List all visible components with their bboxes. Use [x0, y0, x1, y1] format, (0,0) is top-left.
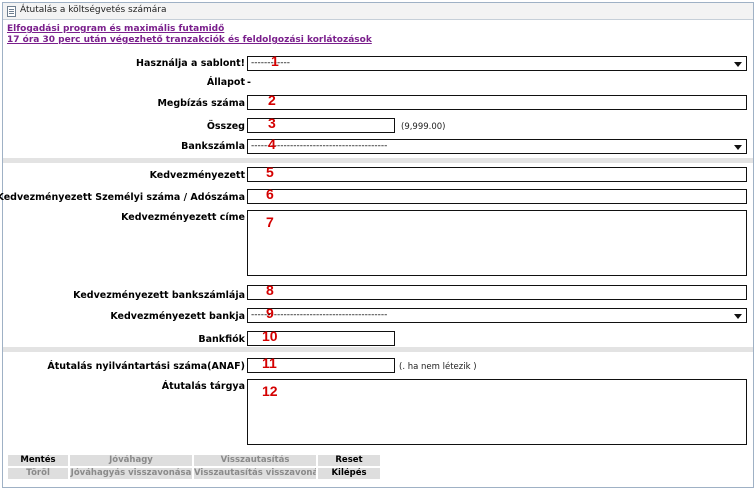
marker-11: 11 [262, 355, 277, 371]
reject-button[interactable]: Visszautasítás [193, 454, 317, 467]
beneficiary-label: Kedvezményezett [149, 170, 245, 181]
status-label: Állapot [206, 77, 245, 88]
transfer-subject-textarea[interactable] [247, 379, 747, 445]
program-link[interactable]: Elfogadási program és maximális futamidő [7, 24, 224, 34]
beneficiary-account-label: Kedvezményezett bankszámlája [73, 290, 245, 301]
beneficiary-id-label: Kedvezményezett Személyi száma / Adószám… [0, 192, 245, 203]
beneficiary-id-input[interactable] [247, 189, 747, 204]
section-divider [3, 347, 753, 352]
amount-label: Összeg [206, 121, 245, 132]
marker-8: 8 [266, 282, 274, 298]
marker-3: 3 [268, 115, 276, 131]
transfer-reg-number-label: Átutalás nyilvántartási száma(ANAF) [47, 361, 245, 372]
beneficiary-account-input[interactable] [247, 285, 747, 300]
marker-12: 12 [262, 383, 278, 399]
approve-revoke-button[interactable]: Jóváhagyás visszavonása [69, 467, 193, 480]
marker-10: 10 [262, 328, 278, 344]
branch-label: Bankfiók [198, 334, 245, 345]
marker-4: 4 [268, 136, 276, 152]
chevron-down-icon [734, 314, 742, 319]
status-value: - [247, 77, 251, 88]
beneficiary-bank-select[interactable]: ----------------------------------------… [247, 308, 747, 323]
reject-revoke-button[interactable]: Visszautasítás visszavonás [193, 467, 317, 480]
section-divider [3, 158, 753, 163]
chevron-down-icon [734, 145, 742, 150]
approve-button[interactable]: Jóváhagy [69, 454, 193, 467]
marker-6: 6 [266, 186, 274, 202]
transfer-subject-label: Átutalás tárgya [161, 381, 245, 392]
beneficiary-address-label: Kedvezményezett címe [121, 212, 245, 223]
chevron-down-icon [734, 62, 742, 67]
order-number-input[interactable] [247, 95, 747, 110]
reset-button[interactable]: Reset [317, 454, 381, 467]
template-select[interactable]: ------------ [247, 56, 747, 71]
marker-2: 2 [268, 92, 276, 108]
save-button[interactable]: Mentés [7, 454, 69, 467]
order-number-label: Megbízás száma [157, 98, 245, 109]
limits-link[interactable]: 17 óra 30 perc után végezhető tranzakció… [7, 35, 372, 45]
transfer-form-panel: Átutalás a költségvetés számára Elfogadá… [0, 2, 754, 488]
amount-format-hint: (9,999.00) [401, 122, 446, 132]
marker-1: 1 [271, 53, 279, 69]
beneficiary-input[interactable] [247, 167, 747, 182]
template-label: Használja a sablont! [136, 58, 245, 69]
exit-button[interactable]: Kilépés [317, 467, 381, 480]
bank-account-label: Bankszámla [181, 141, 245, 152]
transfer-reg-number-hint: (. ha nem létezik ) [399, 362, 477, 372]
window-titlebar: Átutalás a költségvetés számára [3, 3, 753, 20]
document-icon [7, 6, 16, 17]
beneficiary-bank-label: Kedvezményezett bankja [110, 311, 245, 322]
marker-9: 9 [266, 305, 274, 321]
marker-7: 7 [266, 214, 274, 230]
delete-button[interactable]: Töröl [7, 467, 69, 480]
bank-account-select[interactable]: ----------------------------------------… [247, 139, 747, 154]
marker-5: 5 [266, 164, 274, 180]
beneficiary-address-textarea[interactable] [247, 210, 747, 276]
window-title: Átutalás a költségvetés számára [20, 5, 167, 15]
